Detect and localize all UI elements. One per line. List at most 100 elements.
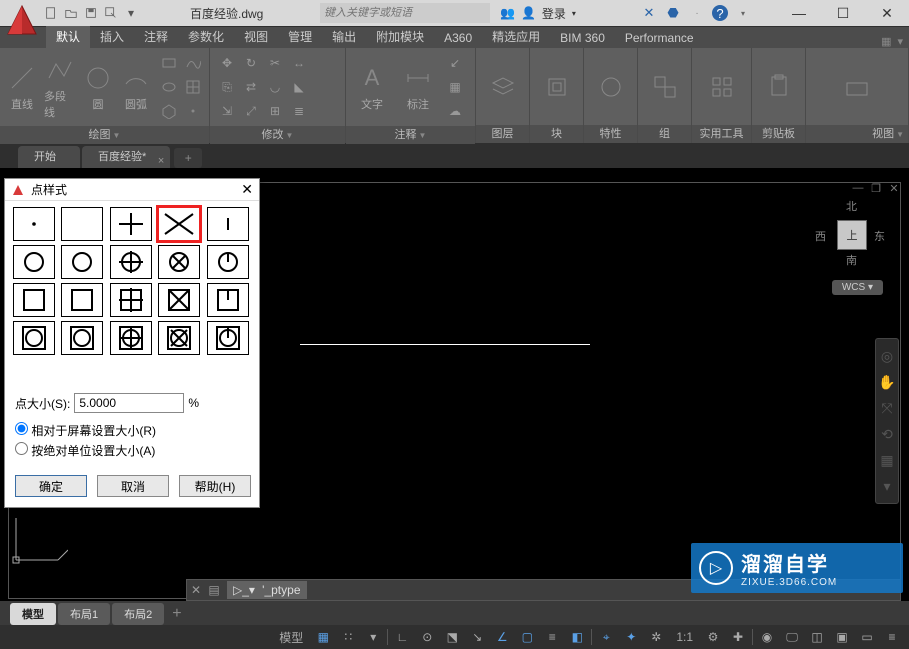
viewcube[interactable]: 北 南 东 西 上: [815, 198, 885, 268]
hatch-icon[interactable]: [182, 76, 204, 98]
layout-1[interactable]: 布局1: [58, 603, 110, 625]
tab-add-button[interactable]: +: [174, 148, 202, 168]
panel-util-title[interactable]: 实用工具: [692, 125, 751, 143]
polar-icon[interactable]: ⊙: [416, 627, 438, 647]
point-style-2[interactable]: [110, 207, 152, 241]
nav-expand-icon[interactable]: ▾: [876, 473, 898, 499]
copy-icon[interactable]: ⎘: [216, 76, 238, 98]
point-style-13[interactable]: [158, 283, 200, 317]
rect-icon[interactable]: [158, 52, 180, 74]
sc3-icon[interactable]: ✲: [645, 627, 667, 647]
saveas-icon[interactable]: [102, 4, 120, 22]
tab-featured[interactable]: 精选应用: [482, 25, 550, 48]
dropdown-icon[interactable]: ▾: [362, 627, 384, 647]
gear-icon[interactable]: ⚙: [702, 627, 724, 647]
point-style-8[interactable]: [158, 245, 200, 279]
scale-icon[interactable]: ⤢: [240, 100, 262, 122]
login-dropdown-icon[interactable]: ▾: [572, 9, 576, 18]
viewcube-west[interactable]: 西: [815, 228, 826, 244]
tab-parametric[interactable]: 参数化: [178, 25, 234, 48]
layout-add-button[interactable]: +: [166, 605, 187, 623]
nav-orbit-icon[interactable]: ⟲: [876, 421, 898, 447]
panel-clip-title[interactable]: 剪贴板: [752, 125, 805, 143]
osnap-icon[interactable]: ↘: [466, 627, 488, 647]
isolate-icon[interactable]: ◫: [806, 627, 828, 647]
clean-icon[interactable]: ▭: [856, 627, 878, 647]
point-style-9[interactable]: [207, 245, 249, 279]
status-scale[interactable]: 1:1: [670, 630, 699, 644]
new-icon[interactable]: [42, 4, 60, 22]
monitor-icon[interactable]: 🖵: [781, 627, 803, 647]
panel-annotate-title[interactable]: 注释▼: [346, 126, 475, 144]
offset-icon[interactable]: ≣: [288, 100, 310, 122]
tab-a360[interactable]: A360: [434, 28, 482, 48]
text-button[interactable]: A文字: [352, 62, 392, 112]
tab-performance[interactable]: Performance: [615, 28, 704, 48]
point-style-11[interactable]: [61, 283, 103, 317]
close-button[interactable]: ✕: [865, 0, 909, 26]
wcs-badge[interactable]: WCS ▾: [832, 280, 883, 295]
search-input[interactable]: [320, 3, 490, 23]
tab-output[interactable]: 输出: [322, 25, 366, 48]
tab-default[interactable]: 默认: [46, 25, 90, 48]
nav-zoom-icon[interactable]: ⤧: [876, 395, 898, 421]
point-style-4[interactable]: [207, 207, 249, 241]
viewcube-north[interactable]: 北: [846, 198, 857, 214]
trim-icon[interactable]: ✂: [264, 52, 286, 74]
qat-dropdown-icon[interactable]: ▾: [122, 4, 140, 22]
otrack-icon[interactable]: ∠: [491, 627, 513, 647]
help-icon[interactable]: ?: [712, 5, 728, 21]
line-button[interactable]: 直线: [6, 62, 38, 112]
layer-button[interactable]: [483, 71, 523, 103]
ortho-icon[interactable]: ∟: [391, 627, 413, 647]
point-style-3[interactable]: [158, 207, 200, 241]
point-style-1[interactable]: [61, 207, 103, 241]
group-button[interactable]: [645, 71, 685, 103]
help-dropdown-icon[interactable]: ▾: [734, 4, 752, 22]
panel-modify-title[interactable]: 修改▼: [210, 126, 345, 144]
tab-bim360[interactable]: BIM 360: [550, 28, 615, 48]
move-icon[interactable]: ✥: [216, 52, 238, 74]
panel-draw-title[interactable]: 绘图▼: [0, 126, 209, 144]
panel-group-title[interactable]: 组: [638, 125, 691, 143]
point-style-17[interactable]: [110, 321, 152, 355]
base-button[interactable]: [837, 71, 877, 103]
tab-manage[interactable]: 管理: [278, 25, 322, 48]
ok-button[interactable]: 确定: [15, 475, 87, 497]
util-button[interactable]: [702, 71, 742, 103]
polygon-icon[interactable]: [158, 100, 180, 122]
clip-button[interactable]: [759, 71, 799, 103]
layout-2[interactable]: 布局2: [112, 603, 164, 625]
nav-showmotion-icon[interactable]: ▦: [876, 447, 898, 473]
viewcube-east[interactable]: 东: [874, 228, 885, 244]
dialog-close-button[interactable]: ✕: [241, 181, 253, 198]
lwt-icon[interactable]: ≡: [541, 627, 563, 647]
point-icon[interactable]: [182, 100, 204, 122]
tab-view[interactable]: 视图: [234, 25, 278, 48]
array-icon[interactable]: ⊞: [264, 100, 286, 122]
point-style-19[interactable]: [207, 321, 249, 355]
nav-wheel-icon[interactable]: ◎: [876, 343, 898, 369]
table-icon[interactable]: ▦: [444, 76, 466, 98]
ellipse-icon[interactable]: [158, 76, 180, 98]
fillet-icon[interactable]: ◡: [264, 76, 286, 98]
point-style-0[interactable]: [13, 207, 55, 241]
app-logo[interactable]: [4, 2, 40, 38]
nav-pan-icon[interactable]: ✋: [876, 369, 898, 395]
point-style-18[interactable]: [158, 321, 200, 355]
exchange-icon[interactable]: ✕: [640, 4, 658, 22]
point-style-10[interactable]: [13, 283, 55, 317]
help-button[interactable]: 帮助(H): [179, 475, 251, 497]
tab-annotate[interactable]: 注释: [134, 25, 178, 48]
custom-icon[interactable]: ≡: [881, 627, 903, 647]
point-style-12[interactable]: [110, 283, 152, 317]
dialog-titlebar[interactable]: 点样式 ✕: [5, 179, 259, 201]
ws-icon[interactable]: ◉: [756, 627, 778, 647]
cmd-close-icon[interactable]: ✕: [187, 583, 205, 597]
radio-absolute[interactable]: 按绝对单位设置大小(A): [15, 441, 249, 461]
open-icon[interactable]: [62, 4, 80, 22]
point-style-7[interactable]: [110, 245, 152, 279]
sc2-icon[interactable]: ✦: [620, 627, 642, 647]
anno-icon[interactable]: ✚: [727, 627, 749, 647]
arc-button[interactable]: 圆弧: [120, 62, 152, 112]
